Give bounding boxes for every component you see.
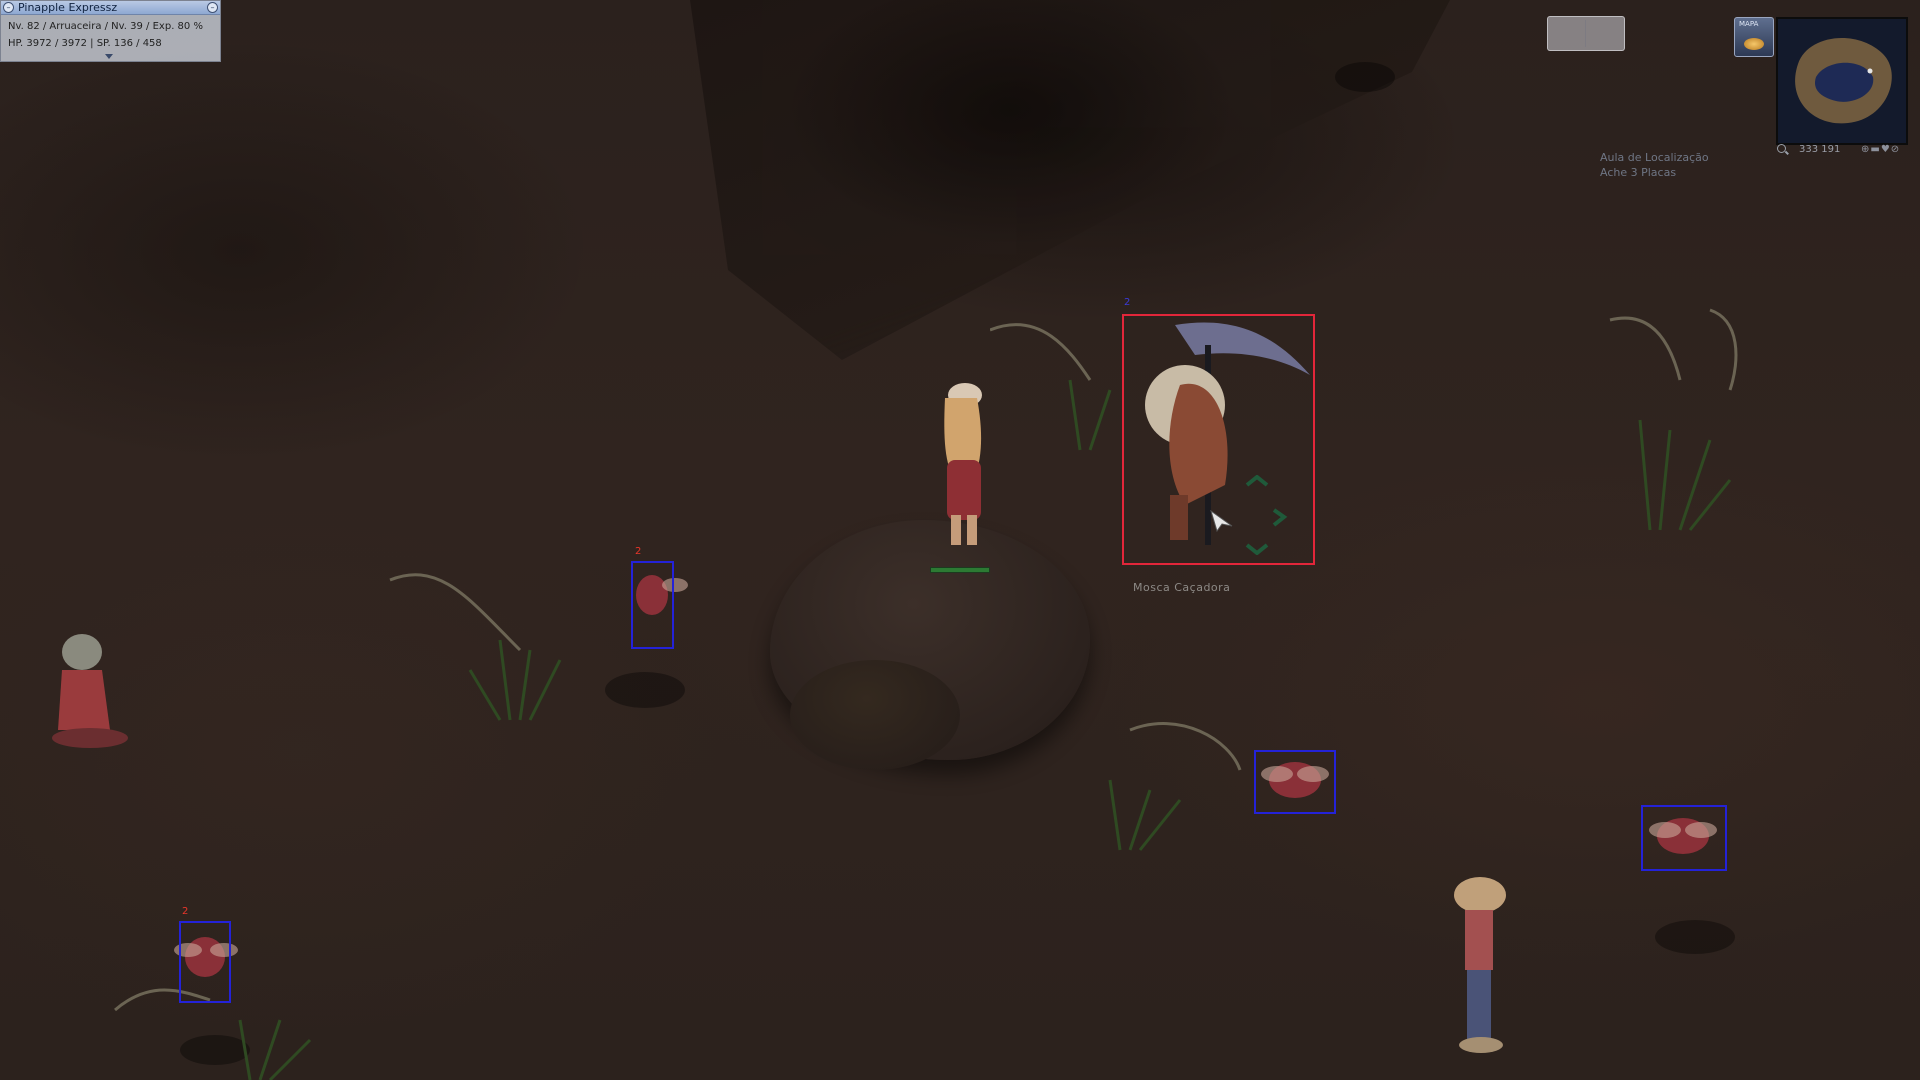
ground-shadow: [1335, 62, 1395, 92]
quest-task: Ache 3 Placas: [1600, 166, 1677, 179]
reed-grass: [990, 323, 1112, 451]
target-count-marker: 2: [182, 906, 189, 917]
expand-arrow-icon[interactable]: [105, 54, 113, 59]
target-box: [1641, 805, 1727, 871]
level-info: Nv. 82 / Arruaceira / Nv. 39 / Exp. 80 %: [8, 21, 203, 32]
hp-sp-info: HP. 3972 / 3972 | SP. 136 / 458: [8, 38, 162, 49]
status-titlebar[interactable]: – Pinapple Expressz –: [1, 1, 220, 15]
reed-grass: [1108, 722, 1242, 851]
target-count-marker: 2: [635, 546, 642, 557]
quest-tracker: Aula de Localização Ache 3 Placas: [1600, 150, 1709, 180]
slot-divider: [1585, 20, 1586, 47]
coin-icon: [1744, 38, 1764, 50]
target-box: [179, 921, 231, 1003]
reed-grass: [1609, 308, 1738, 531]
reed-grass: [389, 573, 562, 721]
character-name: Pinapple Expressz: [18, 1, 118, 14]
minimap-menu-button[interactable]: MAPA: [1734, 17, 1774, 57]
minimap-button-label: MAPA: [1739, 20, 1759, 28]
player-position-icon: [1867, 68, 1873, 74]
minimap[interactable]: [1776, 17, 1908, 145]
map-coordinates: 333 191: [1799, 144, 1841, 155]
player-character[interactable]: [925, 370, 1000, 560]
target-level-marker: 2: [1124, 297, 1131, 308]
target-name-label: Mosca Caçadora: [1133, 581, 1231, 594]
minimap-terrain: [1795, 37, 1892, 124]
quest-title: Aula de Localização: [1600, 151, 1709, 164]
target-box-main: [1122, 314, 1315, 565]
player-hp-bar: [930, 567, 990, 573]
cliff-shadow: [690, 0, 1450, 360]
ground-shadow: [1655, 920, 1735, 954]
minimize-button[interactable]: –: [3, 2, 14, 13]
collapse-button[interactable]: –: [207, 2, 218, 13]
status-window[interactable]: – Pinapple Expressz – Nv. 82 / Arruaceir…: [0, 0, 221, 62]
target-box: [631, 561, 674, 649]
rock-base: [790, 660, 960, 770]
npc-character[interactable]: [50, 630, 135, 750]
zoom-icon[interactable]: [1777, 144, 1786, 153]
npc-character[interactable]: [1445, 870, 1515, 1060]
minimap-tool-icons[interactable]: ⊕▬♥⊘: [1861, 144, 1900, 155]
quick-slot-bar[interactable]: [1547, 16, 1625, 51]
target-box: [1254, 750, 1336, 814]
